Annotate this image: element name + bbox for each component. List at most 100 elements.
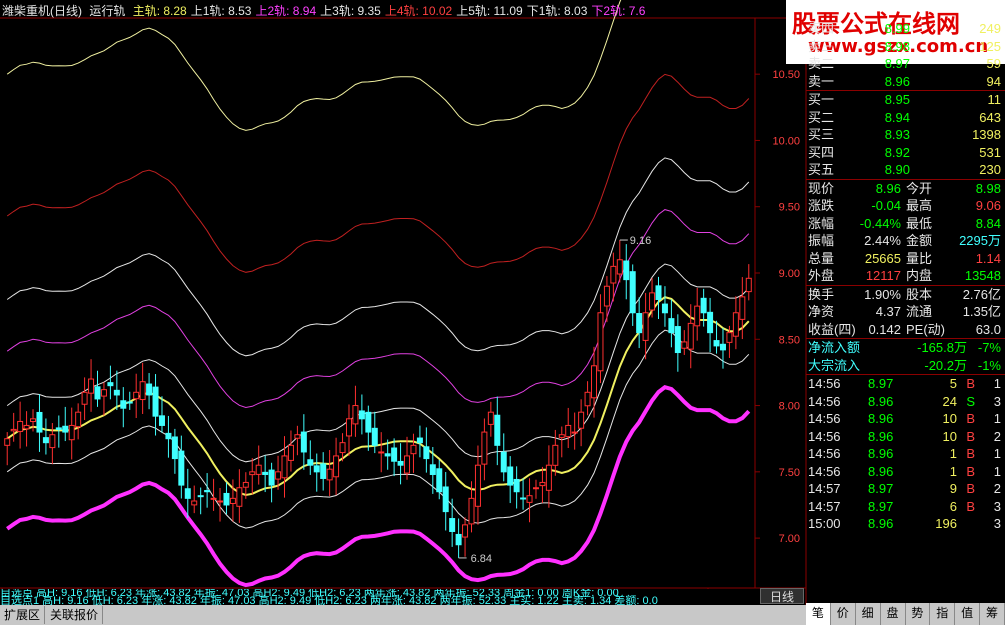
tick-row: 15:00 8.96 196 3	[806, 515, 1005, 533]
tick-count: 1	[993, 463, 1001, 479]
candle-body	[171, 436, 178, 460]
candle-body	[113, 389, 120, 396]
ask-row: 卖四 8.99 249	[806, 20, 1005, 38]
candle-body	[17, 420, 24, 432]
candle-body	[384, 453, 391, 457]
tab-extension[interactable]: 扩展区	[0, 606, 46, 624]
candle-body	[500, 451, 507, 473]
candle-body	[294, 434, 301, 439]
candle-body	[442, 486, 449, 513]
track-value-2: 上2轨: 8.94	[255, 4, 317, 18]
tick-count: 1	[993, 446, 1001, 461]
candle-body	[391, 447, 398, 462]
stat-value: 8.98	[975, 180, 1001, 196]
tick-count: 2	[993, 481, 1001, 496]
tick-count: 3	[993, 393, 1001, 409]
bid-price: 8.93	[884, 127, 910, 142]
candle-body	[88, 378, 95, 394]
stat-label: 股本	[906, 286, 933, 302]
candle-body	[687, 322, 694, 350]
y-tick-label: 10.00	[772, 135, 800, 147]
bid-row: 买四 8.92 531	[806, 144, 1005, 162]
candle-body	[610, 265, 617, 284]
tick-time: 14:56	[808, 393, 841, 409]
candle-body	[62, 425, 69, 433]
stat-row: 换手 1.90% 股本 2.76亿	[806, 286, 1005, 304]
tick-row: 14:56 8.96 1 B 1	[806, 445, 1005, 463]
y-tick-label: 7.50	[779, 467, 800, 479]
low-label: 6.84	[471, 553, 492, 565]
stat-value: 2.76亿	[962, 286, 1001, 302]
panel-tab-7[interactable]: 筹	[980, 603, 1005, 625]
candle-body	[558, 434, 565, 438]
panel-tab-0[interactable]: 笔	[806, 603, 831, 625]
panel-tab-1[interactable]: 价	[831, 603, 856, 625]
track-value-1: 上1轨: 8.53	[190, 4, 252, 18]
stat-label: 总量	[808, 250, 835, 266]
candle-body	[23, 424, 30, 430]
tick-price: 8.96	[868, 428, 894, 444]
tick-side: S	[966, 393, 975, 409]
flow-label: 大宗流入	[808, 357, 861, 373]
tick-time: 14:56	[808, 428, 841, 444]
bid-row: 买五 8.90 230	[806, 161, 1005, 179]
candle-body	[719, 343, 726, 351]
candle-body	[333, 455, 340, 478]
stat-value: 9.06	[975, 198, 1001, 213]
tick-time: 15:00	[808, 516, 841, 531]
flow-row: 大宗流入 -20.2万 -1%	[806, 357, 1005, 375]
stat-row: 振幅 2.44% 金额 2295万	[806, 232, 1005, 250]
panel-tab-2[interactable]: 细	[856, 603, 881, 625]
candle-body	[371, 427, 378, 446]
stat-value: 1.35亿	[962, 304, 1001, 319]
tick-side: B	[966, 428, 975, 444]
period-button[interactable]: 日线	[760, 588, 804, 604]
stat-label: 收益(四)	[808, 321, 856, 337]
candle-body	[345, 418, 352, 437]
stat-row: 净资 4.37 流通 1.35亿	[806, 303, 1005, 321]
candle-body	[184, 488, 191, 499]
track-value-7: 下2轨: 7.6	[591, 4, 646, 18]
candle-body	[410, 444, 417, 455]
candle-body	[694, 305, 701, 327]
candle-body	[229, 497, 236, 504]
stock-title: 潍柴重机(日线)	[2, 4, 82, 18]
candle-body	[674, 326, 681, 354]
tick-time: 14:56	[808, 411, 841, 426]
stat-row: 收益(四) 0.142 PE(动) 63.0	[806, 321, 1005, 339]
tick-volume: 24	[942, 393, 957, 409]
ask-volume: 125	[979, 38, 1001, 54]
bid-label: 买三	[808, 127, 835, 142]
candle-body	[423, 446, 430, 460]
band-upper1	[6, 263, 750, 463]
candle-body	[255, 464, 262, 475]
candle-body	[661, 303, 668, 314]
panel-tab-6[interactable]: 值	[955, 603, 981, 625]
stat-row: 总量 25665 量比 1.14	[806, 250, 1005, 268]
panel-tab-5[interactable]: 指	[930, 603, 956, 625]
ask-price: 8.98	[884, 38, 910, 54]
candle-body	[713, 340, 720, 347]
track-value-5: 上5轨: 11.09	[456, 4, 523, 18]
tick-row: 14:57 8.97 9 B 2	[806, 480, 1005, 498]
stat-label: 现价	[808, 180, 835, 196]
bid-volume: 11	[987, 92, 1002, 107]
candle-body	[636, 313, 643, 334]
tick-time: 14:56	[808, 446, 841, 461]
tick-price: 8.96	[868, 516, 894, 531]
candle-body	[571, 431, 578, 434]
tab-related-quotes[interactable]: 关联报价	[46, 606, 104, 624]
bid-volume: 531	[979, 144, 1001, 160]
candle-body	[191, 500, 198, 506]
candle-body	[68, 424, 75, 441]
candle-body	[75, 411, 82, 428]
candle-body	[242, 481, 249, 488]
candle-body	[300, 431, 307, 453]
y-tick-label: 7.00	[779, 533, 800, 545]
ask-label: 卖四	[808, 21, 835, 36]
tick-side: B	[966, 463, 975, 479]
bid-row: 买一 8.95 11	[806, 91, 1005, 109]
panel-tab-4[interactable]: 势	[906, 603, 931, 625]
panel-tab-3[interactable]: 盘	[881, 603, 906, 625]
tick-time: 14:56	[808, 376, 841, 391]
